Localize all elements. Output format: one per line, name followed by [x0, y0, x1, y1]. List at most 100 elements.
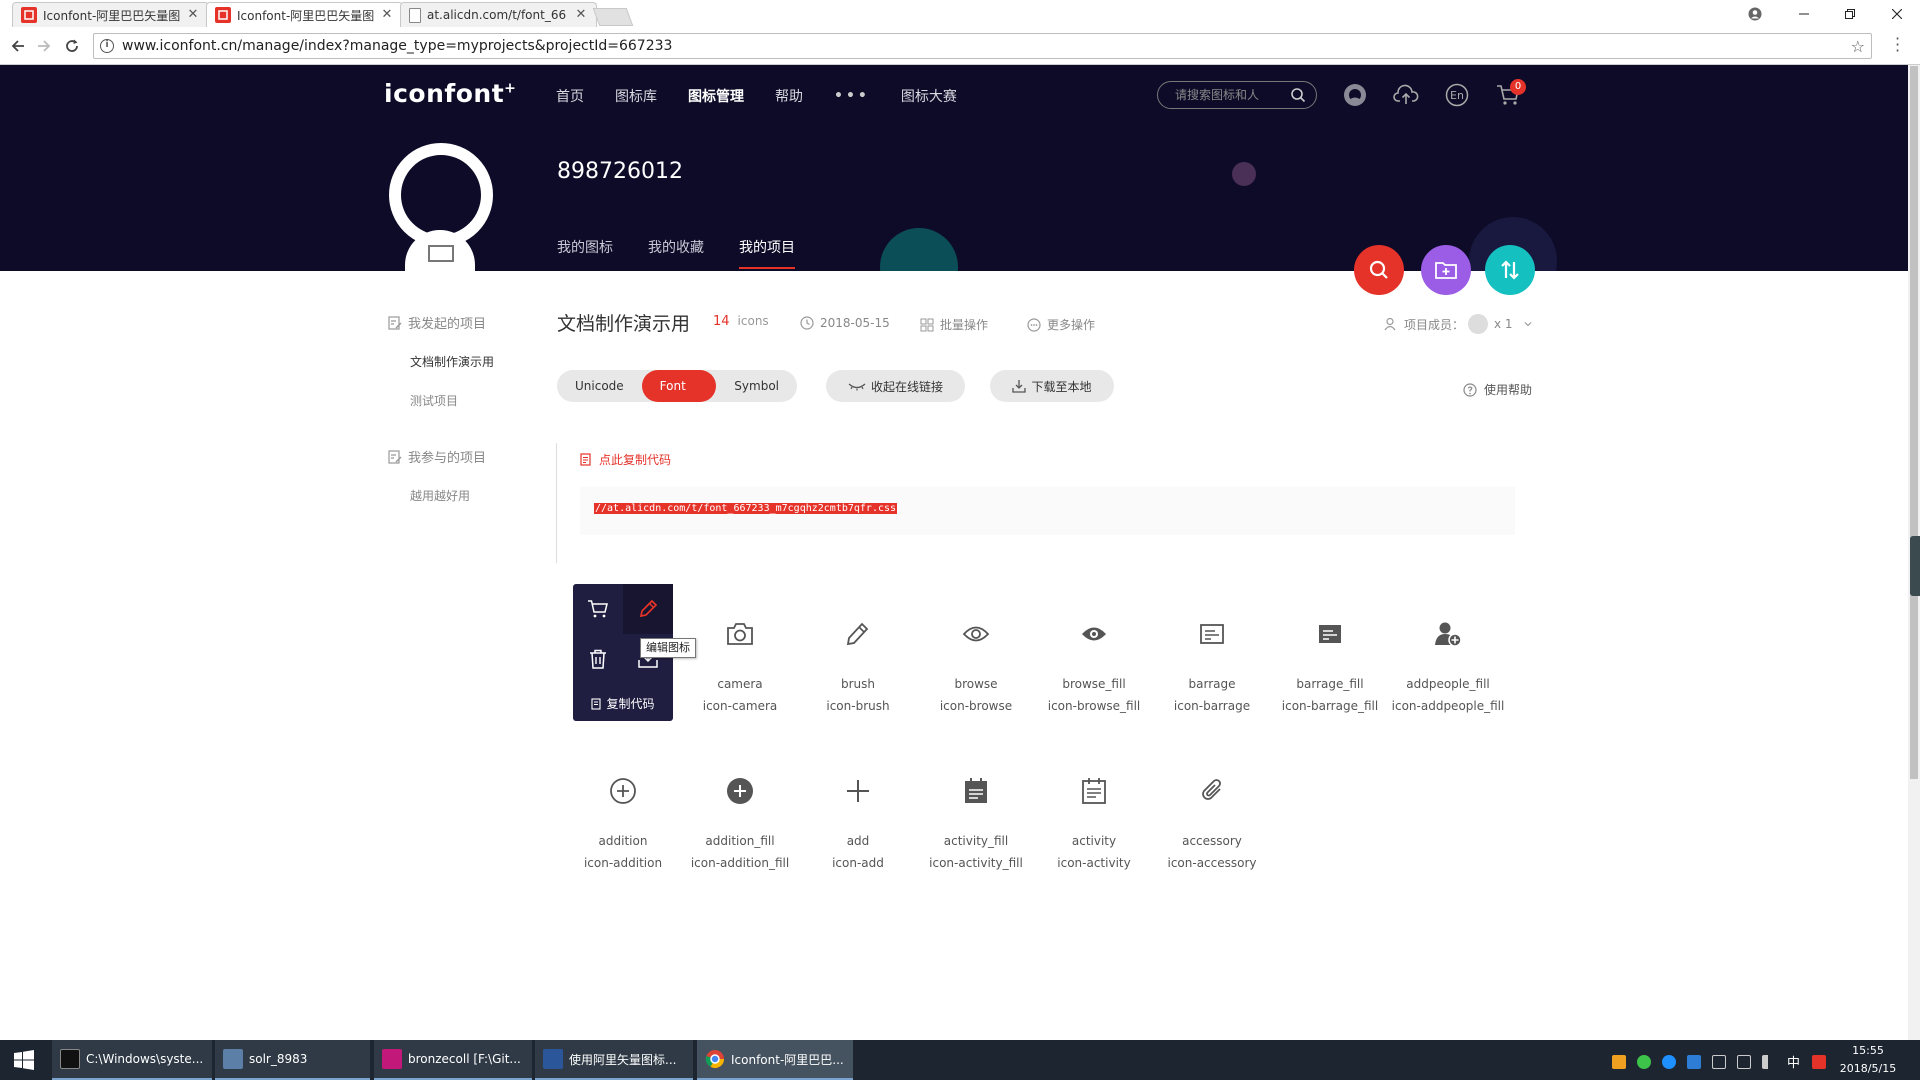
sidebar-project-test[interactable]: 测试项目 — [410, 392, 458, 409]
icon-card-addition[interactable]: addition icon-addition — [564, 752, 682, 872]
decoration-circle — [1232, 162, 1256, 186]
bookmark-star-icon[interactable]: ☆ — [1851, 37, 1865, 56]
more-circle-icon — [1027, 317, 1041, 332]
icon-card-add[interactable]: add icon-add — [799, 752, 917, 872]
forward-arrow-icon[interactable] — [32, 34, 56, 58]
grid-icon — [920, 318, 934, 331]
tab-close-icon[interactable]: ✕ — [574, 8, 588, 22]
icon-card-barrage[interactable]: barrage icon-barrage — [1153, 595, 1271, 715]
restore-button[interactable] — [1827, 0, 1873, 27]
nav-home[interactable]: 首页 — [556, 86, 584, 106]
icon-card-addition-fill[interactable]: addition_fill icon-addition_fill — [681, 752, 799, 872]
browser-tab-3[interactable]: at.alicdn.com/t/font_66 ✕ — [400, 2, 597, 27]
tray-app-icon[interactable] — [1662, 1054, 1676, 1069]
collapse-online-link-button[interactable]: 收起在线链接 — [826, 370, 965, 402]
windows-start-button[interactable] — [0, 1040, 48, 1080]
icon-card-accessory[interactable]: accessory icon-accessory — [1153, 752, 1271, 872]
sogou-icon[interactable] — [1812, 1054, 1827, 1069]
edit-icon-button[interactable] — [623, 584, 673, 634]
fab-add-folder-button[interactable] — [1421, 245, 1471, 295]
folder-plus-icon — [1435, 262, 1457, 279]
input-method-indicator[interactable]: 中 — [1787, 1052, 1800, 1071]
member-icon — [1384, 317, 1396, 331]
cmd-icon — [60, 1049, 80, 1069]
copy-icon — [591, 697, 602, 710]
volume-icon[interactable] — [1762, 1054, 1776, 1069]
format-symbol-tab[interactable]: Symbol — [716, 370, 797, 402]
minimize-button[interactable] — [1781, 0, 1827, 27]
taskbar-word[interactable]: 使用阿里矢量图标... — [535, 1040, 693, 1080]
nav-help[interactable]: 帮助 — [775, 86, 803, 106]
fab-sort-button[interactable] — [1485, 245, 1535, 295]
css-url-text: //at.alicdn.com/t/font_667233_m7cgqhz2cm… — [594, 503, 898, 514]
back-arrow-icon[interactable] — [6, 34, 30, 58]
tab-close-icon[interactable]: ✕ — [380, 8, 394, 22]
info-icon[interactable]: i — [100, 39, 114, 53]
reload-icon[interactable] — [60, 34, 84, 58]
taskbar-intellij[interactable]: bronzecoll [F:\Git... — [374, 1040, 532, 1080]
close-window-button[interactable] — [1874, 0, 1920, 27]
network-icon[interactable] — [1737, 1054, 1751, 1069]
new-tab-button[interactable] — [592, 8, 634, 26]
format-switcher: Unicode Font class Symbol — [557, 370, 797, 425]
side-panel-handle[interactable] — [1910, 536, 1920, 596]
subnav-my-icons[interactable]: 我的图标 — [557, 237, 613, 269]
wechat-icon[interactable] — [1637, 1054, 1651, 1069]
url-bar[interactable]: i www.iconfont.cn/manage/index?manage_ty… — [93, 33, 1872, 59]
nav-contest[interactable]: 图标大赛 — [901, 86, 957, 106]
batch-operations-button[interactable]: 批量操作 — [920, 316, 988, 333]
user-avatar-icon[interactable] — [1342, 82, 1368, 108]
sidebar-project-demo[interactable]: 文档制作演示用 — [410, 353, 494, 370]
taskbar-cmd[interactable]: C:\Windows\syste... — [52, 1040, 212, 1080]
copy-code-link[interactable]: 点此复制代码 — [580, 451, 671, 468]
iconfont-logo[interactable]: iconfont+ — [384, 79, 516, 108]
usage-help-link[interactable]: 使用帮助 — [1463, 381, 1532, 398]
tray-app-icon[interactable] — [1612, 1054, 1626, 1069]
browser-menu-icon[interactable]: · · · — [1895, 31, 1900, 59]
nav-icon-manage[interactable]: 图标管理 — [688, 86, 744, 106]
taskbar-chrome[interactable]: Iconfont-阿里巴巴... — [697, 1040, 853, 1080]
format-fontclass-tab[interactable]: Font class — [641, 370, 717, 425]
delete-icon-button[interactable] — [573, 634, 623, 684]
joined-projects-heading: 我参与的项目 — [388, 447, 486, 466]
icon-card-activity[interactable]: activity icon-activity — [1035, 752, 1153, 872]
icon-card-brush[interactable]: brush icon-brush — [799, 595, 917, 715]
icon-card-browse[interactable]: browse icon-browse — [917, 595, 1035, 715]
main-nav: 首页 图标库 图标管理 帮助 ••• 图标大赛 — [556, 86, 988, 106]
taskbar-clock[interactable]: 15:55 2018/5/15 — [1832, 1042, 1904, 1078]
copy-code-button[interactable]: 复制代码 — [573, 695, 673, 712]
profile-icon[interactable] — [1732, 0, 1778, 27]
taskbar-solr[interactable]: solr_8983 — [215, 1040, 370, 1080]
subnav-my-favorites[interactable]: 我的收藏 — [648, 237, 704, 269]
fab-search-button[interactable] — [1354, 245, 1404, 295]
icon-card-barrage-fill[interactable]: barrage_fill icon-barrage_fill — [1271, 595, 1389, 715]
icon-card-camera[interactable]: camera icon-camera — [681, 595, 799, 715]
search-icon[interactable] — [1290, 87, 1306, 103]
scrollbar-thumb[interactable] — [1910, 66, 1918, 779]
browser-tab-2[interactable]: Iconfont-阿里巴巴矢量图 ✕ — [206, 2, 403, 27]
upload-cloud-icon[interactable] — [1393, 82, 1419, 108]
icon-card-activity-fill[interactable]: activity_fill icon-activity_fill — [917, 752, 1035, 872]
nav-more[interactable]: ••• — [834, 88, 870, 104]
css-link-code[interactable]: //at.alicdn.com/t/font_667233_m7cgqhz2cm… — [580, 487, 1515, 535]
browser-tab-1[interactable]: Iconfont-阿里巴巴矢量图 ✕ — [12, 2, 209, 27]
cart-icon — [588, 600, 608, 618]
eye-closed-icon — [848, 383, 866, 391]
format-unicode-tab[interactable]: Unicode — [557, 370, 642, 402]
icon-card-browse-fill[interactable]: browse_fill icon-browse_fill — [1035, 595, 1153, 715]
shield-icon[interactable] — [1687, 1054, 1701, 1069]
language-toggle[interactable]: En — [1444, 82, 1470, 108]
tray-app-icon[interactable] — [1712, 1054, 1726, 1069]
download-local-button[interactable]: 下载至本地 — [990, 370, 1114, 402]
add-to-cart-button[interactable] — [573, 584, 623, 634]
site-search-input[interactable]: 请搜索图标和人 — [1157, 81, 1317, 109]
sidebar-project-joined[interactable]: 越用越好用 — [410, 487, 470, 504]
more-operations-button[interactable]: 更多操作 — [1027, 316, 1095, 333]
icon-card-addpeople-fill[interactable]: addpeople_fill icon-addpeople_fill — [1389, 595, 1507, 715]
page-favicon-icon — [409, 7, 421, 23]
plus-circle-fill-icon — [725, 776, 755, 806]
tab-close-icon[interactable]: ✕ — [186, 8, 200, 22]
project-members[interactable]: 项目成员： x 1 — [1384, 314, 1533, 334]
subnav-my-projects[interactable]: 我的项目 — [739, 237, 795, 269]
nav-icon-library[interactable]: 图标库 — [615, 86, 657, 106]
